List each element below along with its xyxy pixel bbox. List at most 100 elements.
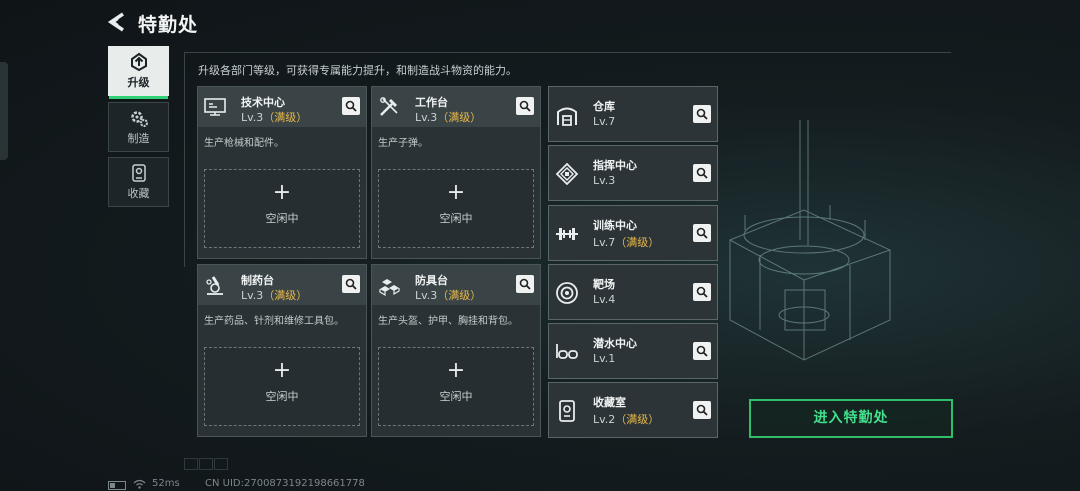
left-edge-handle[interactable] (0, 62, 8, 160)
inspect-button[interactable] (516, 97, 534, 115)
microscope-icon (206, 276, 223, 295)
tab-upgrade-label: 升级 (127, 76, 150, 89)
target-icon (556, 282, 578, 304)
inspect-button[interactable] (693, 342, 711, 360)
facility-name: 靶场 (593, 278, 615, 291)
computer-icon (204, 98, 226, 116)
production-slot[interactable]: + 空闲中 (204, 169, 360, 248)
trophy-icon (131, 164, 146, 182)
inspect-button[interactable] (342, 97, 360, 115)
tab-manufacture-label: 制造 (127, 132, 150, 145)
card-level: Lv.3（满级） (241, 111, 308, 124)
card-header: 技术中心 Lv.3（满级） (198, 87, 366, 127)
tab-collection[interactable]: 收藏 (108, 157, 169, 207)
warehouse-icon (557, 107, 577, 126)
card-header: 制药台 Lv.3（满级） (198, 265, 366, 305)
inspect-button[interactable] (693, 283, 711, 301)
inspect-button[interactable] (342, 275, 360, 293)
card-description: 生产头盔、护甲、胸挂和背包。 (378, 316, 518, 327)
inspect-button[interactable] (693, 224, 711, 242)
facility-level: Lv.7（满级） (593, 236, 660, 249)
maxed-badge: （满级） (437, 289, 482, 302)
inspect-button[interactable] (693, 105, 711, 123)
production-slot[interactable]: + 空闲中 (378, 169, 534, 248)
upgrade-icon (130, 52, 147, 72)
production-slot[interactable]: + 空闲中 (378, 347, 534, 426)
search-icon (696, 345, 708, 357)
maxed-badge: （满级） (437, 111, 482, 124)
tab-manufacture[interactable]: 制造 (108, 102, 169, 152)
search-icon (345, 100, 357, 112)
add-icon: + (446, 180, 466, 205)
facility-card-workbench[interactable]: 工作台 Lv.3（满级） 生产子弹。 + 空闲中 (371, 86, 541, 259)
facility-card-tech-center[interactable]: 技术中心 Lv.3（满级） 生产枪械和配件。 + 空闲中 (197, 86, 367, 259)
page-description: 升级各部门等级，可获得专属能力提升，和制造战斗物资的能力。 (198, 64, 517, 77)
inspect-button[interactable] (693, 401, 711, 419)
card-header: 工作台 Lv.3（满级） (372, 87, 540, 127)
add-icon: + (272, 358, 292, 383)
card-description: 生产枪械和配件。 (204, 138, 284, 149)
deco-square (199, 458, 213, 470)
slot-status: 空闲中 (439, 390, 473, 403)
facility-name: 收藏室 (593, 396, 626, 409)
facility-name: 潜水中心 (593, 337, 637, 350)
card-description: 生产药品、针剂和维修工具包。 (204, 316, 344, 327)
goggles-icon (556, 344, 578, 359)
facility-name: 训练中心 (593, 219, 637, 232)
maxed-badge: （满级） (263, 289, 308, 302)
card-level: Lv.3（满级） (415, 111, 482, 124)
facility-shooting-range[interactable]: 靶场 Lv.4 (548, 264, 718, 320)
ping-readout: 52ms (152, 478, 180, 489)
card-name: 技术中心 (241, 96, 285, 109)
page-title: 特勤处 (138, 14, 199, 36)
search-icon (696, 286, 708, 298)
card-description: 生产子弹。 (378, 138, 428, 149)
card-level: Lv.3（满级） (415, 289, 482, 302)
facility-command-center[interactable]: 指挥中心 Lv.3 (548, 145, 718, 201)
search-icon (345, 278, 357, 290)
user-uid: CN UID:2700873192198661778 (205, 478, 365, 489)
battery-icon (108, 481, 126, 490)
side-divider (184, 52, 185, 267)
production-slot[interactable]: + 空闲中 (204, 347, 360, 426)
facility-level: Lv.2（满级） (593, 413, 660, 426)
trophy-icon (559, 400, 575, 422)
facility-card-armor-bench[interactable]: 防具台 Lv.3（满级） 生产头盔、护甲、胸挂和背包。 + 空闲中 (371, 264, 541, 437)
tools-icon (380, 97, 398, 116)
card-name: 工作台 (415, 96, 448, 109)
card-header: 防具台 Lv.3（满级） (372, 265, 540, 305)
gear-icon (130, 111, 148, 127)
facility-name: 仓库 (593, 100, 615, 113)
inspect-button[interactable] (516, 275, 534, 293)
deco-square (184, 458, 198, 470)
card-level: Lv.3（满级） (241, 289, 308, 302)
facility-level: Lv.4 (593, 293, 616, 306)
search-icon (519, 278, 531, 290)
dumbbell-icon (556, 228, 578, 240)
back-button[interactable] (106, 11, 128, 33)
search-icon (696, 167, 708, 179)
search-icon (696, 227, 708, 239)
inspect-button[interactable] (693, 164, 711, 182)
slot-status: 空闲中 (265, 212, 299, 225)
facility-card-pharmacy[interactable]: 制药台 Lv.3（满级） 生产药品、针剂和维修工具包。 + 空闲中 (197, 264, 367, 437)
search-icon (696, 108, 708, 120)
armor-blocks-icon (379, 279, 400, 296)
facility-level: Lv.7 (593, 115, 616, 128)
slot-status: 空闲中 (439, 212, 473, 225)
maxed-badge: （满级） (263, 111, 308, 124)
search-icon (696, 404, 708, 416)
enter-special-ops-button[interactable]: 进入特勤处 (749, 399, 953, 438)
deco-square (214, 458, 228, 470)
card-name: 制药台 (241, 274, 274, 287)
slot-status: 空闲中 (265, 390, 299, 403)
facility-warehouse[interactable]: 仓库 Lv.7 (548, 86, 718, 142)
facility-diving-center[interactable]: 潜水中心 Lv.1 (548, 323, 718, 379)
tab-upgrade[interactable]: 升级 (108, 46, 169, 99)
wifi-icon (133, 479, 146, 489)
facility-training-center[interactable]: 训练中心 Lv.7（满级） (548, 205, 718, 261)
card-name: 防具台 (415, 274, 448, 287)
command-icon (555, 162, 579, 186)
facility-collection-room[interactable]: 收藏室 Lv.2（满级） (548, 382, 718, 438)
facility-level: Lv.1 (593, 352, 616, 365)
